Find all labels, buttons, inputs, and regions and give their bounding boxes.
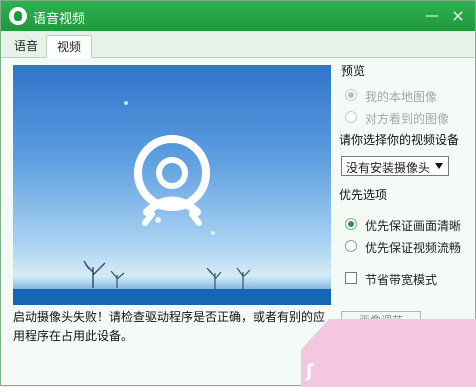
camera-preview	[13, 65, 331, 305]
preview-label: 预览	[341, 64, 366, 78]
qq-logo-icon	[9, 7, 27, 25]
tab-bar: 语音 视频	[1, 31, 475, 58]
watermark-logo-icon: ʃ	[306, 361, 314, 382]
priority-smooth-radio[interactable]	[345, 240, 357, 252]
preview-local-radio	[345, 89, 357, 101]
video-device-select[interactable]: 没有安装摄像头	[341, 156, 449, 176]
bandwidth-label: 节省带宽模式	[365, 273, 438, 287]
tab-video[interactable]: 视频	[46, 35, 93, 58]
preview-remote-label: 对方看到的图像	[365, 112, 450, 126]
camera-error-message: 启动摄像头失败！请检查驱动程序是否正确，或者有别的应用程序在占用此设备。	[13, 310, 326, 343]
priority-label: 优先选项	[339, 188, 388, 202]
close-button[interactable]: ×	[447, 6, 469, 26]
preview-local-label: 我的本地图像	[365, 90, 438, 104]
preview-remote-radio	[345, 111, 357, 123]
video-device-value: 没有安装摄像头	[346, 161, 431, 175]
webcam-icon	[134, 135, 210, 226]
priority-smooth-label: 优先保证视频流畅	[365, 241, 462, 255]
tab-voice[interactable]: 语音	[4, 35, 48, 57]
bandwidth-checkbox[interactable]	[345, 272, 357, 284]
minimize-button[interactable]: —	[421, 6, 443, 26]
voice-video-window: 语音视频 — × 语音 视频 启动摄像头失败！请检查驱动程序是否正确，或者有别的…	[0, 0, 476, 387]
priority-clarity-label: 优先保证画面清晰	[365, 219, 462, 233]
watermark-overlay	[301, 319, 476, 387]
window-title: 语音视频	[33, 12, 86, 27]
title-bar[interactable]: 语音视频 — ×	[1, 1, 475, 31]
chevron-down-icon	[435, 163, 443, 169]
device-label: 请你选择你的视频设备	[339, 133, 460, 147]
priority-clarity-radio[interactable]	[345, 218, 357, 230]
